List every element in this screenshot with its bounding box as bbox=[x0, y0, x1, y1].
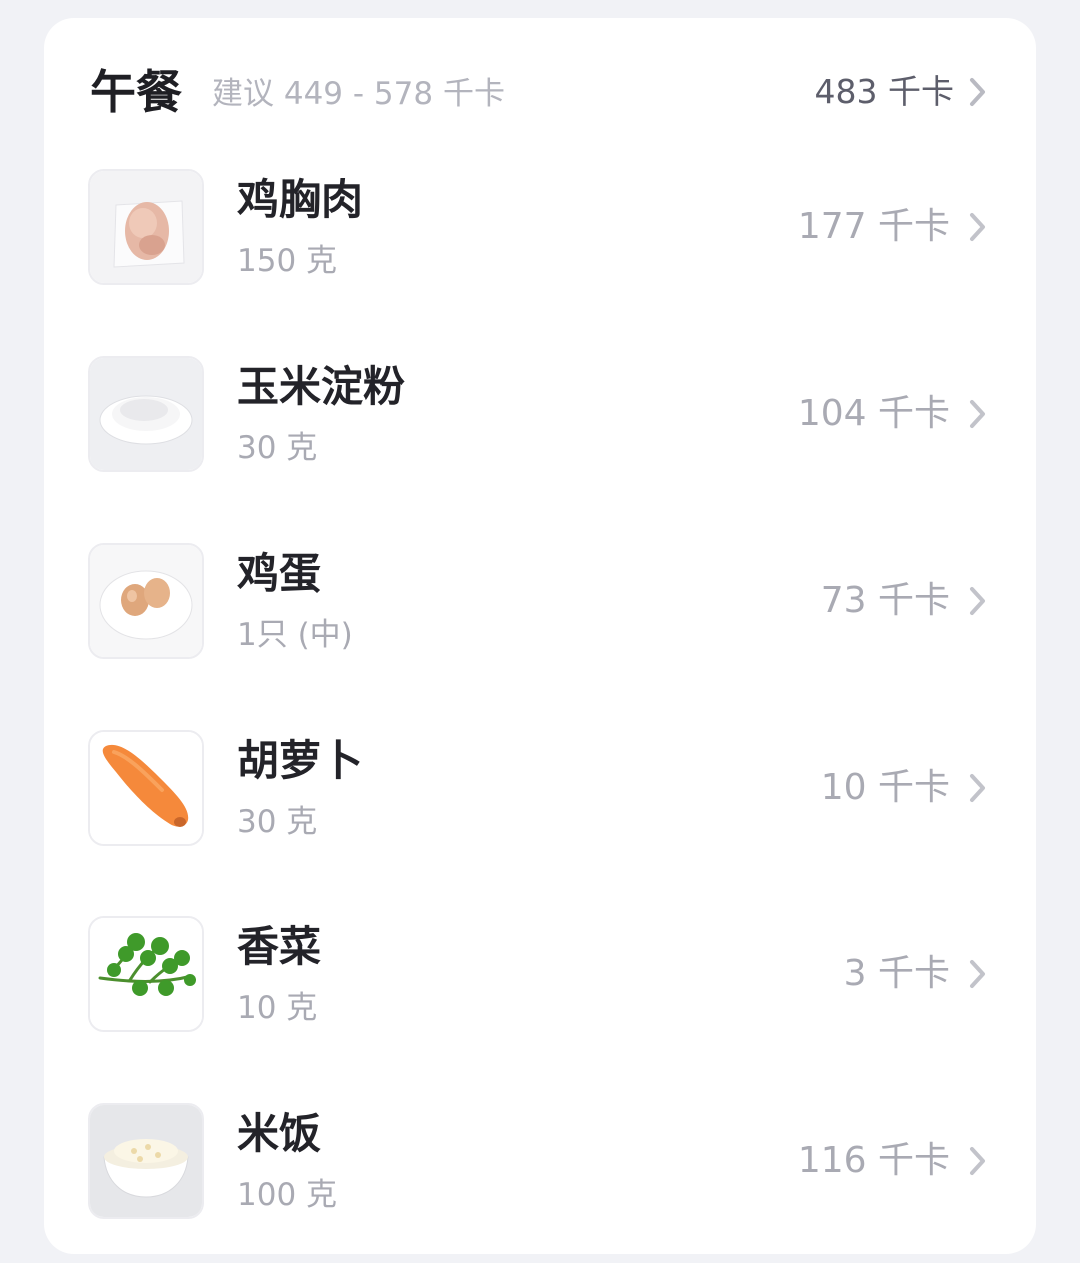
chevron-right-icon[interactable] bbox=[964, 396, 990, 432]
food-kcal: 73 千卡 bbox=[820, 580, 950, 621]
chicken-breast-image bbox=[88, 169, 204, 285]
food-row[interactable]: 玉米淀粉 30 克 104 千卡 bbox=[44, 356, 1036, 516]
food-kcal: 10 千卡 bbox=[820, 767, 950, 808]
food-name: 鸡蛋 bbox=[237, 549, 322, 598]
food-amount: 30 克 bbox=[237, 804, 318, 840]
food-kcal: 3 千卡 bbox=[843, 953, 950, 994]
food-amount: 10 克 bbox=[237, 990, 318, 1026]
food-name: 米饭 bbox=[237, 1109, 322, 1158]
rice-image bbox=[88, 1103, 204, 1219]
meal-title: 午餐 bbox=[90, 65, 182, 119]
food-row[interactable]: 香菜 10 克 3 千卡 bbox=[44, 916, 1036, 1076]
food-amount: 1只 (中) bbox=[237, 617, 353, 653]
chevron-right-icon[interactable] bbox=[964, 74, 990, 110]
lunch-card: 午餐 建议 449 - 578 千卡 483 千卡 鸡胸肉 150 克 177 … bbox=[44, 18, 1036, 1254]
food-amount: 100 克 bbox=[237, 1177, 338, 1213]
chevron-right-icon[interactable] bbox=[964, 583, 990, 619]
food-name: 玉米淀粉 bbox=[237, 362, 406, 411]
meal-total-kcal: 483 千卡 bbox=[814, 72, 954, 111]
food-name: 鸡胸肉 bbox=[237, 175, 364, 224]
corn-starch-image bbox=[88, 356, 204, 472]
food-amount: 30 克 bbox=[237, 430, 318, 466]
food-row[interactable]: 米饭 100 克 116 千卡 bbox=[44, 1103, 1036, 1263]
food-row[interactable]: 鸡蛋 1只 (中) 73 千卡 bbox=[44, 543, 1036, 703]
chevron-right-icon[interactable] bbox=[964, 956, 990, 992]
food-row[interactable]: 胡萝卜 30 克 10 千卡 bbox=[44, 730, 1036, 890]
food-kcal: 104 千卡 bbox=[797, 393, 950, 434]
suggested-range: 建议 449 - 578 千卡 bbox=[212, 76, 505, 112]
food-row[interactable]: 鸡胸肉 150 克 177 千卡 bbox=[44, 169, 1036, 329]
food-name: 香菜 bbox=[237, 922, 322, 971]
meal-header[interactable]: 午餐 建议 449 - 578 千卡 483 千卡 bbox=[44, 18, 1036, 168]
food-name: 胡萝卜 bbox=[237, 736, 364, 785]
eggs-image bbox=[88, 543, 204, 659]
chevron-right-icon[interactable] bbox=[964, 1143, 990, 1179]
food-kcal: 177 千卡 bbox=[797, 206, 950, 247]
carrot-image bbox=[88, 730, 204, 846]
chevron-right-icon[interactable] bbox=[964, 770, 990, 806]
coriander-image bbox=[88, 916, 204, 1032]
chevron-right-icon[interactable] bbox=[964, 209, 990, 245]
food-kcal: 116 千卡 bbox=[797, 1140, 950, 1181]
food-amount: 150 克 bbox=[237, 243, 338, 279]
